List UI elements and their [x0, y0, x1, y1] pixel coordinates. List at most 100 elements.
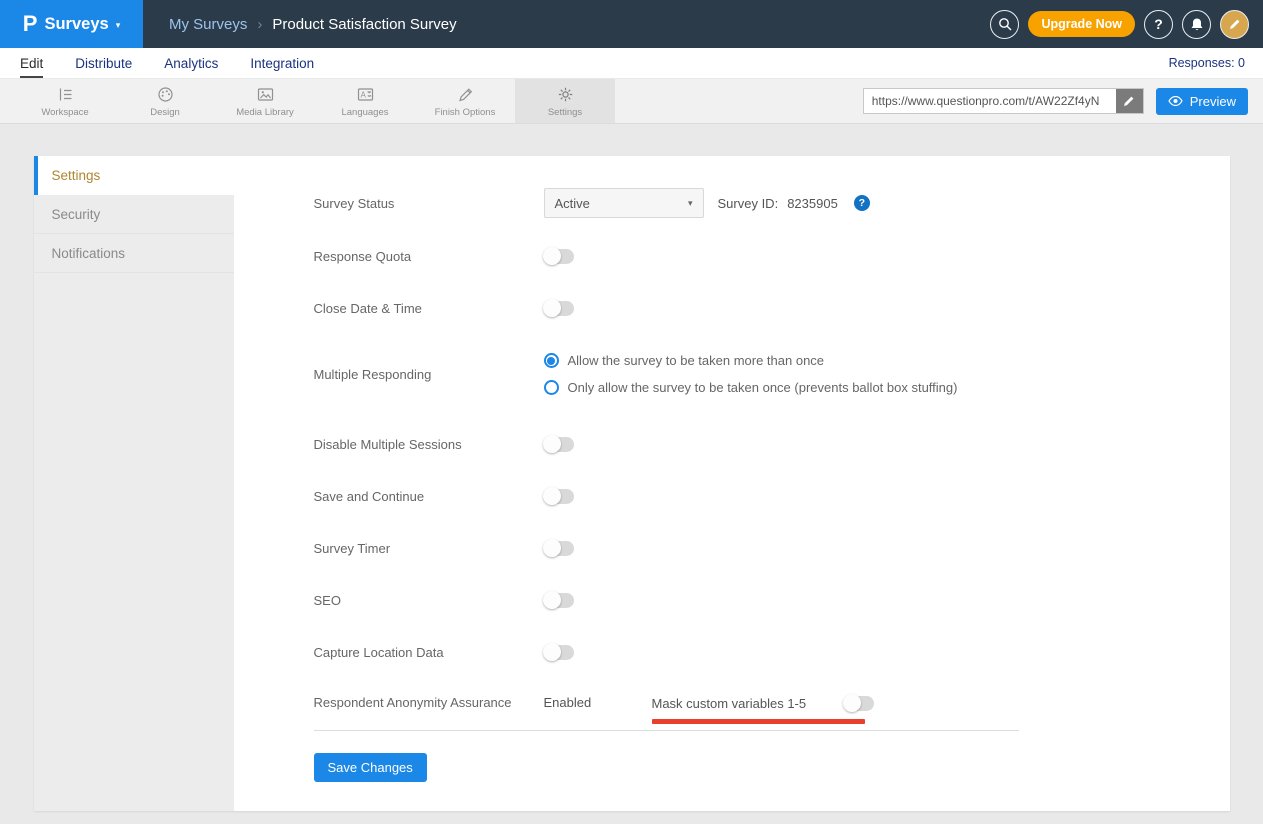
save-continue-label: Save and Continue — [314, 489, 544, 504]
bell-icon — [1190, 17, 1204, 32]
notifications-button[interactable] — [1182, 10, 1211, 39]
responses-count: Responses: 0 — [1169, 56, 1245, 70]
survey-url-box — [863, 88, 1144, 114]
survey-status-label: Survey Status — [314, 196, 544, 211]
tool-languages[interactable]: A Languages — [315, 79, 415, 123]
breadcrumb-my-surveys[interactable]: My Surveys — [169, 16, 247, 33]
user-avatar[interactable] — [1220, 10, 1249, 39]
tab-analytics[interactable]: Analytics — [164, 48, 218, 78]
tab-integration[interactable]: Integration — [250, 48, 314, 78]
toggle-knob — [543, 591, 561, 609]
nav-tabs: Edit Distribute Analytics Integration — [20, 48, 314, 78]
multiple-responding-row: Multiple Responding Allow the survey to … — [314, 346, 1230, 402]
capture-location-row: Capture Location Data — [314, 638, 1230, 666]
survey-status-row: Survey Status Active ▾ Survey ID: 823590… — [314, 188, 1230, 218]
save-changes-button[interactable]: Save Changes — [314, 753, 427, 782]
option-only-once[interactable]: Only allow the survey to be taken once (… — [544, 380, 958, 395]
page-content: Settings Security Notifications Survey S… — [0, 124, 1263, 824]
pencil-icon — [1123, 95, 1135, 107]
tool-label: Media Library — [236, 107, 294, 118]
workspace-icon — [56, 85, 75, 104]
seo-toggle[interactable] — [544, 593, 574, 608]
toolbar-right: Preview — [863, 79, 1263, 123]
option-allow-more-than-once[interactable]: Allow the survey to be taken more than o… — [544, 353, 958, 368]
response-quota-label: Response Quota — [314, 249, 544, 264]
upgrade-now-button[interactable]: Upgrade Now — [1028, 11, 1135, 37]
product-name: Surveys — [44, 15, 108, 34]
multiple-responding-options: Allow the survey to be taken more than o… — [544, 353, 958, 395]
save-continue-toggle[interactable] — [544, 489, 574, 504]
chevron-down-icon: ▾ — [688, 198, 693, 209]
gear-icon — [556, 85, 575, 104]
mask-variables-line: Mask custom variables 1-5 — [652, 690, 875, 716]
settings-card: Settings Security Notifications Survey S… — [34, 156, 1230, 811]
response-quota-row: Response Quota — [314, 242, 1230, 270]
mask-variables-label: Mask custom variables 1-5 — [652, 696, 807, 711]
radio-selected-icon — [544, 353, 559, 368]
survey-id-label: Survey ID: — [718, 196, 779, 211]
tool-design[interactable]: Design — [115, 79, 215, 123]
seo-label: SEO — [314, 593, 544, 608]
palette-icon — [156, 85, 175, 104]
capture-location-label: Capture Location Data — [314, 645, 544, 660]
tool-finish-options[interactable]: Finish Options — [415, 79, 515, 123]
tool-settings[interactable]: Settings — [515, 79, 615, 123]
image-icon — [256, 85, 275, 104]
section-nav: Edit Distribute Analytics Integration Re… — [0, 48, 1263, 79]
settings-form: Survey Status Active ▾ Survey ID: 823590… — [234, 156, 1230, 811]
tool-label: Settings — [548, 107, 582, 118]
anonymity-status: Enabled — [544, 690, 652, 710]
tab-distribute[interactable]: Distribute — [75, 48, 132, 78]
response-quota-toggle[interactable] — [544, 249, 574, 264]
anonymity-label: Respondent Anonymity Assurance — [314, 690, 544, 710]
option-label: Allow the survey to be taken more than o… — [568, 353, 825, 368]
survey-id-value: 8235905 — [787, 196, 838, 211]
preview-button[interactable]: Preview — [1156, 88, 1248, 115]
survey-timer-toggle[interactable] — [544, 541, 574, 556]
help-button[interactable]: ? — [1144, 10, 1173, 39]
product-switcher[interactable]: P Surveys ▾ — [0, 0, 143, 48]
capture-location-toggle[interactable] — [544, 645, 574, 660]
search-button[interactable] — [990, 10, 1019, 39]
edit-url-button[interactable] — [1116, 89, 1143, 113]
tab-edit[interactable]: Edit — [20, 48, 43, 78]
topbar-actions: Upgrade Now ? — [990, 10, 1263, 39]
sidebar-item-settings[interactable]: Settings — [34, 156, 234, 195]
sidebar-item-notifications[interactable]: Notifications — [34, 234, 234, 273]
survey-timer-row: Survey Timer — [314, 534, 1230, 562]
disable-sessions-toggle[interactable] — [544, 437, 574, 452]
toggle-knob — [543, 643, 561, 661]
toggle-knob — [543, 435, 561, 453]
survey-url-input[interactable] — [864, 89, 1116, 113]
survey-status-select[interactable]: Active ▾ — [544, 188, 704, 218]
preview-label: Preview — [1190, 94, 1236, 109]
mask-variables-group: Mask custom variables 1-5 — [652, 690, 875, 724]
eye-icon — [1168, 96, 1183, 106]
close-date-toggle[interactable] — [544, 301, 574, 316]
form-divider — [314, 730, 1019, 731]
tool-workspace[interactable]: Workspace — [15, 79, 115, 123]
top-bar: P Surveys ▾ My Surveys › Product Satisfa… — [0, 0, 1263, 48]
pencil-icon — [1229, 18, 1241, 30]
option-label: Only allow the survey to be taken once (… — [568, 380, 958, 395]
svg-text:A: A — [360, 90, 366, 99]
tool-media-library[interactable]: Media Library — [215, 79, 315, 123]
chevron-down-icon: ▾ — [116, 20, 121, 31]
close-date-label: Close Date & Time — [314, 301, 544, 316]
highlight-underline — [652, 719, 865, 724]
close-date-row: Close Date & Time — [314, 294, 1230, 322]
mask-variables-toggle[interactable] — [844, 696, 874, 711]
seo-row: SEO — [314, 586, 1230, 614]
sidebar-item-security[interactable]: Security — [34, 195, 234, 234]
toggle-knob — [543, 247, 561, 265]
translate-icon: A — [356, 85, 375, 104]
breadcrumb: My Surveys › Product Satisfaction Survey — [169, 16, 457, 33]
survey-id-help-icon[interactable]: ? — [854, 195, 870, 211]
disable-sessions-row: Disable Multiple Sessions — [314, 430, 1230, 458]
survey-status-value: Active — [555, 196, 590, 211]
pen-icon — [456, 85, 475, 104]
disable-sessions-label: Disable Multiple Sessions — [314, 437, 544, 452]
toggle-knob — [543, 299, 561, 317]
tool-label: Workspace — [41, 107, 88, 118]
questionpro-logo: P — [23, 13, 38, 35]
